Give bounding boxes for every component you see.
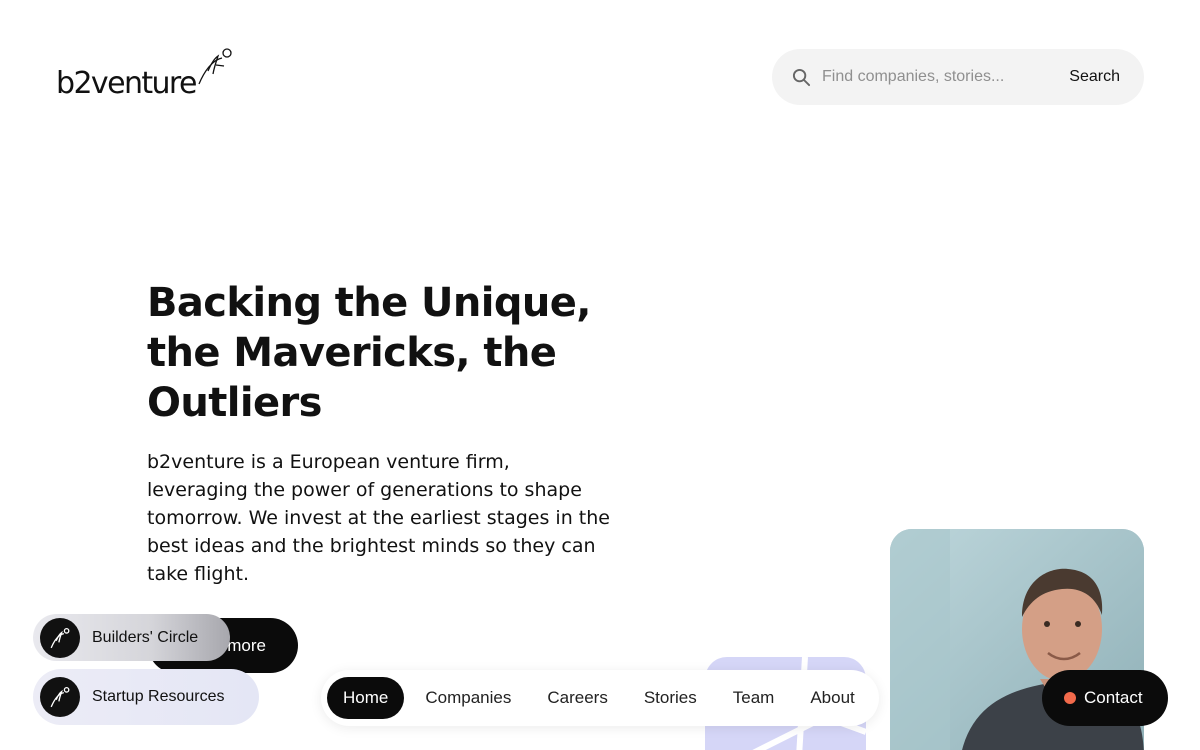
status-dot-icon: [1064, 692, 1076, 704]
hero-cta-label: more: [227, 635, 266, 655]
nav-item-stories[interactable]: Stories: [626, 677, 715, 719]
startup-resources-link[interactable]: Startup Resources: [33, 669, 259, 725]
builders-circle-label: Builders' Circle: [92, 628, 199, 646]
b2venture-mark-icon: [40, 617, 80, 658]
search-input[interactable]: [822, 68, 1070, 86]
contact-label: Contact: [1084, 688, 1143, 707]
nav-item-careers[interactable]: Careers: [529, 677, 625, 719]
builders-circle-link[interactable]: Builders' Circle: [33, 614, 230, 661]
brand-wordmark: b2venture: [56, 66, 197, 101]
nav-item-team[interactable]: Team: [715, 677, 793, 719]
search-icon: [792, 67, 812, 87]
contact-button[interactable]: Contact: [1042, 670, 1168, 726]
nav-item-about[interactable]: About: [792, 677, 872, 719]
bottom-nav: Home Companies Careers Stories Team Abou…: [321, 670, 879, 726]
search-bar: Search: [772, 49, 1144, 105]
b2venture-mark-icon: [40, 677, 80, 717]
nav-item-home[interactable]: Home: [327, 677, 405, 719]
hero-section: Backing the Unique, the Mavericks, the O…: [147, 278, 617, 588]
startup-resources-label: Startup Resources: [92, 688, 225, 705]
nav-item-companies[interactable]: Companies: [407, 677, 529, 719]
hero-title: Backing the Unique, the Mavericks, the O…: [147, 280, 592, 426]
b2venture-mark-icon: [198, 48, 232, 85]
brand-logo[interactable]: b2venture: [56, 46, 232, 102]
hero-description: b2venture is a European venture firm, le…: [147, 451, 610, 585]
search-button[interactable]: Search: [1069, 68, 1120, 86]
